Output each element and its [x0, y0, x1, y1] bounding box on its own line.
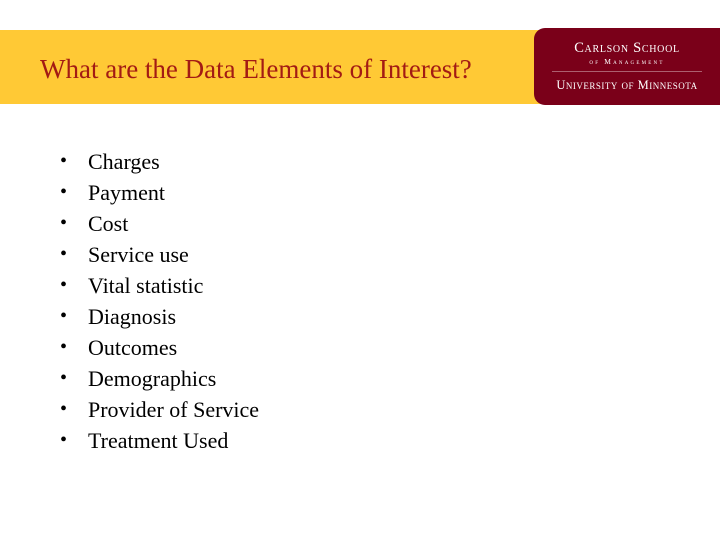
page-title: What are the Data Elements of Interest?	[40, 54, 472, 84]
list-item: • Treatment Used	[56, 425, 259, 456]
list-item-label: Charges	[88, 149, 160, 174]
bullet-icon: •	[60, 181, 68, 203]
list-item-label: Treatment Used	[88, 428, 229, 453]
logo-university-name: University of Minnesota	[556, 78, 698, 92]
list-item-label: Vital statistic	[88, 273, 204, 298]
bullet-icon: •	[60, 429, 68, 451]
bullet-icon: •	[60, 336, 68, 358]
list-item: • Payment	[56, 177, 259, 208]
list-item: • Service use	[56, 239, 259, 270]
bullet-icon: •	[60, 367, 68, 389]
list-item-label: Outcomes	[88, 335, 178, 360]
bullet-icon: •	[60, 243, 68, 265]
logo-divider	[552, 71, 702, 72]
bullet-icon: •	[60, 274, 68, 296]
list-item: • Provider of Service	[56, 394, 259, 425]
list-item-label: Service use	[88, 242, 189, 267]
bullet-icon: •	[60, 150, 68, 172]
list-item: • Cost	[56, 208, 259, 239]
bullet-list: • Charges • Payment • Cost • Service use…	[56, 146, 259, 456]
list-item: • Vital statistic	[56, 270, 259, 301]
list-item: • Diagnosis	[56, 301, 259, 332]
list-item-label: Diagnosis	[88, 304, 176, 329]
list-item: • Outcomes	[56, 332, 259, 363]
bullet-icon: •	[60, 398, 68, 420]
bullet-icon: •	[60, 212, 68, 234]
bullet-icon: •	[60, 305, 68, 327]
list-item-label: Demographics	[88, 366, 217, 391]
carlson-school-logo: Carlson School of Management University …	[534, 28, 720, 105]
slide-canvas: What are the Data Elements of Interest? …	[0, 0, 720, 540]
logo-school-name: Carlson School	[574, 40, 680, 56]
list-item-label: Cost	[88, 211, 129, 236]
list-item: • Demographics	[56, 363, 259, 394]
list-item-label: Provider of Service	[88, 397, 260, 422]
logo-inner: Carlson School of Management University …	[534, 28, 720, 105]
list-item-label: Payment	[88, 180, 165, 205]
logo-school-subtitle: of Management	[589, 57, 665, 66]
list-item: • Charges	[56, 146, 259, 177]
slide-body: • Charges • Payment • Cost • Service use…	[0, 140, 720, 480]
